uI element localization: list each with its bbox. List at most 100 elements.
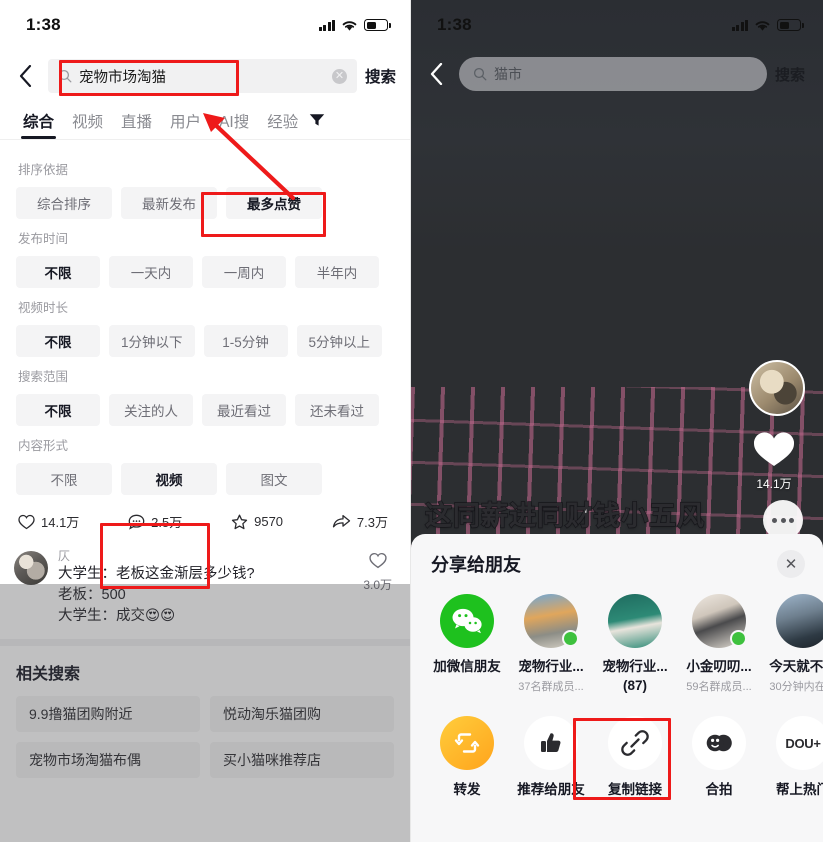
filter-group-title: 视频时长	[18, 301, 69, 315]
tab-ai-search[interactable]: AI搜	[210, 110, 258, 139]
chip-duration-over-5min[interactable]: 5分钟以上	[296, 325, 383, 357]
action-copy-link[interactable]: 复制链接	[593, 716, 677, 798]
favorite-stat[interactable]: 9570	[231, 514, 283, 530]
related-search-item[interactable]: 买小猫咪推荐店	[210, 742, 394, 779]
share-sheet-header: 分享给朋友 ✕	[411, 550, 823, 578]
share-contact-group-2[interactable]: 宠物行业... (87)	[593, 594, 677, 694]
chip-time-half-year[interactable]: 半年内	[295, 256, 379, 288]
video-like-button[interactable]: 14.1万	[751, 430, 797, 492]
status-time: 1:38	[26, 15, 61, 34]
share-contact-group-1[interactable]: 宠物行业... 37名群成员...	[509, 594, 593, 694]
share-contacts-row: 加微信朋友 宠物行业... 37名群成员... 宠物行业... (87) 小金叨…	[411, 594, 823, 694]
chip-scope-recently-viewed[interactable]: 最近看过	[202, 394, 286, 426]
chip-most-liked[interactable]: 最多点赞	[226, 187, 322, 219]
share-stat-value: 7.3万	[356, 515, 388, 530]
link-chain-icon	[608, 716, 662, 770]
chip-comprehensive-sort[interactable]: 综合排序	[16, 187, 112, 219]
filter-group-sort: 排序依据 综合排序 最新发布 最多点赞	[16, 159, 394, 219]
action-label: 复制链接	[608, 782, 662, 797]
tab-comprehensive[interactable]: 综合	[14, 110, 63, 139]
search-input[interactable]: 宠物市场淘猫 ✕	[48, 59, 357, 93]
back-chevron-icon[interactable]	[421, 57, 451, 91]
chip-content-unlimited[interactable]: 不限	[16, 463, 112, 495]
tab-users[interactable]: 用户	[161, 110, 210, 139]
signal-bars-icon	[731, 19, 748, 31]
chip-newest[interactable]: 最新发布	[121, 187, 217, 219]
heart-filled-icon	[753, 432, 795, 466]
close-x-icon[interactable]: ✕	[777, 550, 805, 578]
chip-time-one-week[interactable]: 一周内	[202, 256, 286, 288]
chip-duration-under-1min[interactable]: 1分钟以下	[109, 325, 195, 357]
action-label: 转发	[453, 782, 481, 797]
status-indicators	[318, 19, 391, 32]
avatar-wrap	[776, 594, 823, 648]
author-avatar[interactable]	[749, 360, 805, 416]
avatar-wrap	[440, 594, 494, 648]
tab-experience[interactable]: 经验	[258, 110, 307, 139]
contact-avatar	[776, 594, 823, 648]
chip-time-unlimited[interactable]: 不限	[16, 256, 100, 288]
share-contact-wechat[interactable]: 加微信朋友	[425, 594, 509, 694]
share-contact-group-3[interactable]: 小金叨叨... 59名群成员...	[677, 594, 761, 694]
search-submit-button[interactable]: 搜索	[775, 64, 809, 85]
filter-group-scope: 搜索范围 不限 关注的人 最近看过 还未看过	[16, 366, 394, 426]
dou-plus-label: DOU+	[785, 735, 821, 751]
filter-chip-row: 不限 关注的人 最近看过 还未看过	[16, 394, 394, 426]
favorite-stat-value: 9570	[254, 514, 284, 529]
tab-video[interactable]: 视频	[63, 110, 112, 139]
comment-stat[interactable]: 2.5万	[128, 512, 182, 531]
action-label: 推荐给朋友	[517, 782, 585, 797]
chip-time-one-day[interactable]: 一天内	[109, 256, 193, 288]
related-search-item[interactable]: 悦动淘乐猫团购	[210, 696, 394, 733]
tab-bar: 综合 视频 直播 用户 AI搜 经验	[0, 102, 410, 140]
share-contact-user-4[interactable]: 今天就不错 30分钟内在线	[761, 594, 823, 694]
search-icon	[473, 67, 487, 81]
related-search-item[interactable]: 9.9撸猫团购附近	[16, 696, 200, 733]
chip-content-video[interactable]: 视频	[121, 463, 217, 495]
heart-icon	[18, 514, 35, 529]
comment-line-1: 大学生：老板这金渐层多少钱?	[58, 566, 255, 583]
avatar[interactable]	[14, 551, 48, 585]
search-submit-button[interactable]: 搜索	[365, 65, 396, 87]
search-icon	[58, 69, 72, 83]
action-repost[interactable]: 转发	[425, 716, 509, 798]
comment-card[interactable]: 仄 大学生：老板这金渐层多少钱? 老板：500 大学生：成交😍😍 3.0万	[0, 540, 410, 639]
back-chevron-icon[interactable]	[10, 59, 40, 93]
comment-like-button[interactable]: 3.0万	[363, 548, 392, 593]
filter-group-title: 内容形式	[18, 439, 69, 453]
funnel-filter-icon[interactable]	[309, 113, 325, 139]
contact-avatar	[608, 594, 662, 648]
signal-bars-icon	[318, 19, 335, 31]
like-stat[interactable]: 14.1万	[18, 512, 79, 531]
action-label: 合拍	[705, 782, 733, 797]
wechat-logo-icon	[440, 594, 494, 648]
dou-plus-icon: DOU+	[776, 716, 823, 770]
search-input[interactable]: 猫市	[459, 57, 767, 91]
share-stat[interactable]: 7.3万	[332, 512, 388, 531]
share-contact-name: 今天就不错	[769, 659, 823, 674]
section-divider	[0, 639, 410, 647]
chip-duration-unlimited[interactable]: 不限	[16, 325, 100, 357]
share-sheet: 分享给朋友 ✕ 加微信朋友 宠物行业... 37名群成员... 宠物行业... …	[411, 534, 823, 842]
clear-circle-icon[interactable]: ✕	[331, 68, 347, 84]
chip-duration-1-5min[interactable]: 1-5分钟	[203, 325, 288, 357]
chip-scope-not-viewed[interactable]: 还未看过	[295, 394, 379, 426]
video-caption: 这同薪进同财钱小五风	[424, 500, 705, 532]
action-duet[interactable]: 合拍	[677, 716, 761, 798]
chip-content-image-text[interactable]: 图文	[226, 463, 322, 495]
action-dou-plus[interactable]: DOU+ 帮上热门	[761, 716, 823, 798]
search-input-value: 猫市	[494, 66, 522, 82]
filter-chip-row: 不限 1分钟以下 1-5分钟 5分钟以上	[16, 325, 394, 357]
chip-scope-following[interactable]: 关注的人	[109, 394, 193, 426]
avatar-wrap	[524, 594, 579, 648]
search-header: 宠物市场淘猫 ✕ 搜索	[0, 50, 410, 102]
filter-group-title: 排序依据	[18, 163, 69, 177]
share-sheet-title: 分享给朋友	[431, 555, 521, 575]
related-search-item[interactable]: 宠物市场淘猫布偶	[16, 742, 200, 779]
chip-scope-unlimited[interactable]: 不限	[16, 394, 100, 426]
filter-group-title: 发布时间	[18, 232, 69, 246]
battery-icon	[364, 19, 391, 31]
like-stat-value: 14.1万	[41, 515, 80, 530]
action-recommend[interactable]: 推荐给朋友	[509, 716, 593, 798]
tab-live[interactable]: 直播	[112, 110, 161, 139]
